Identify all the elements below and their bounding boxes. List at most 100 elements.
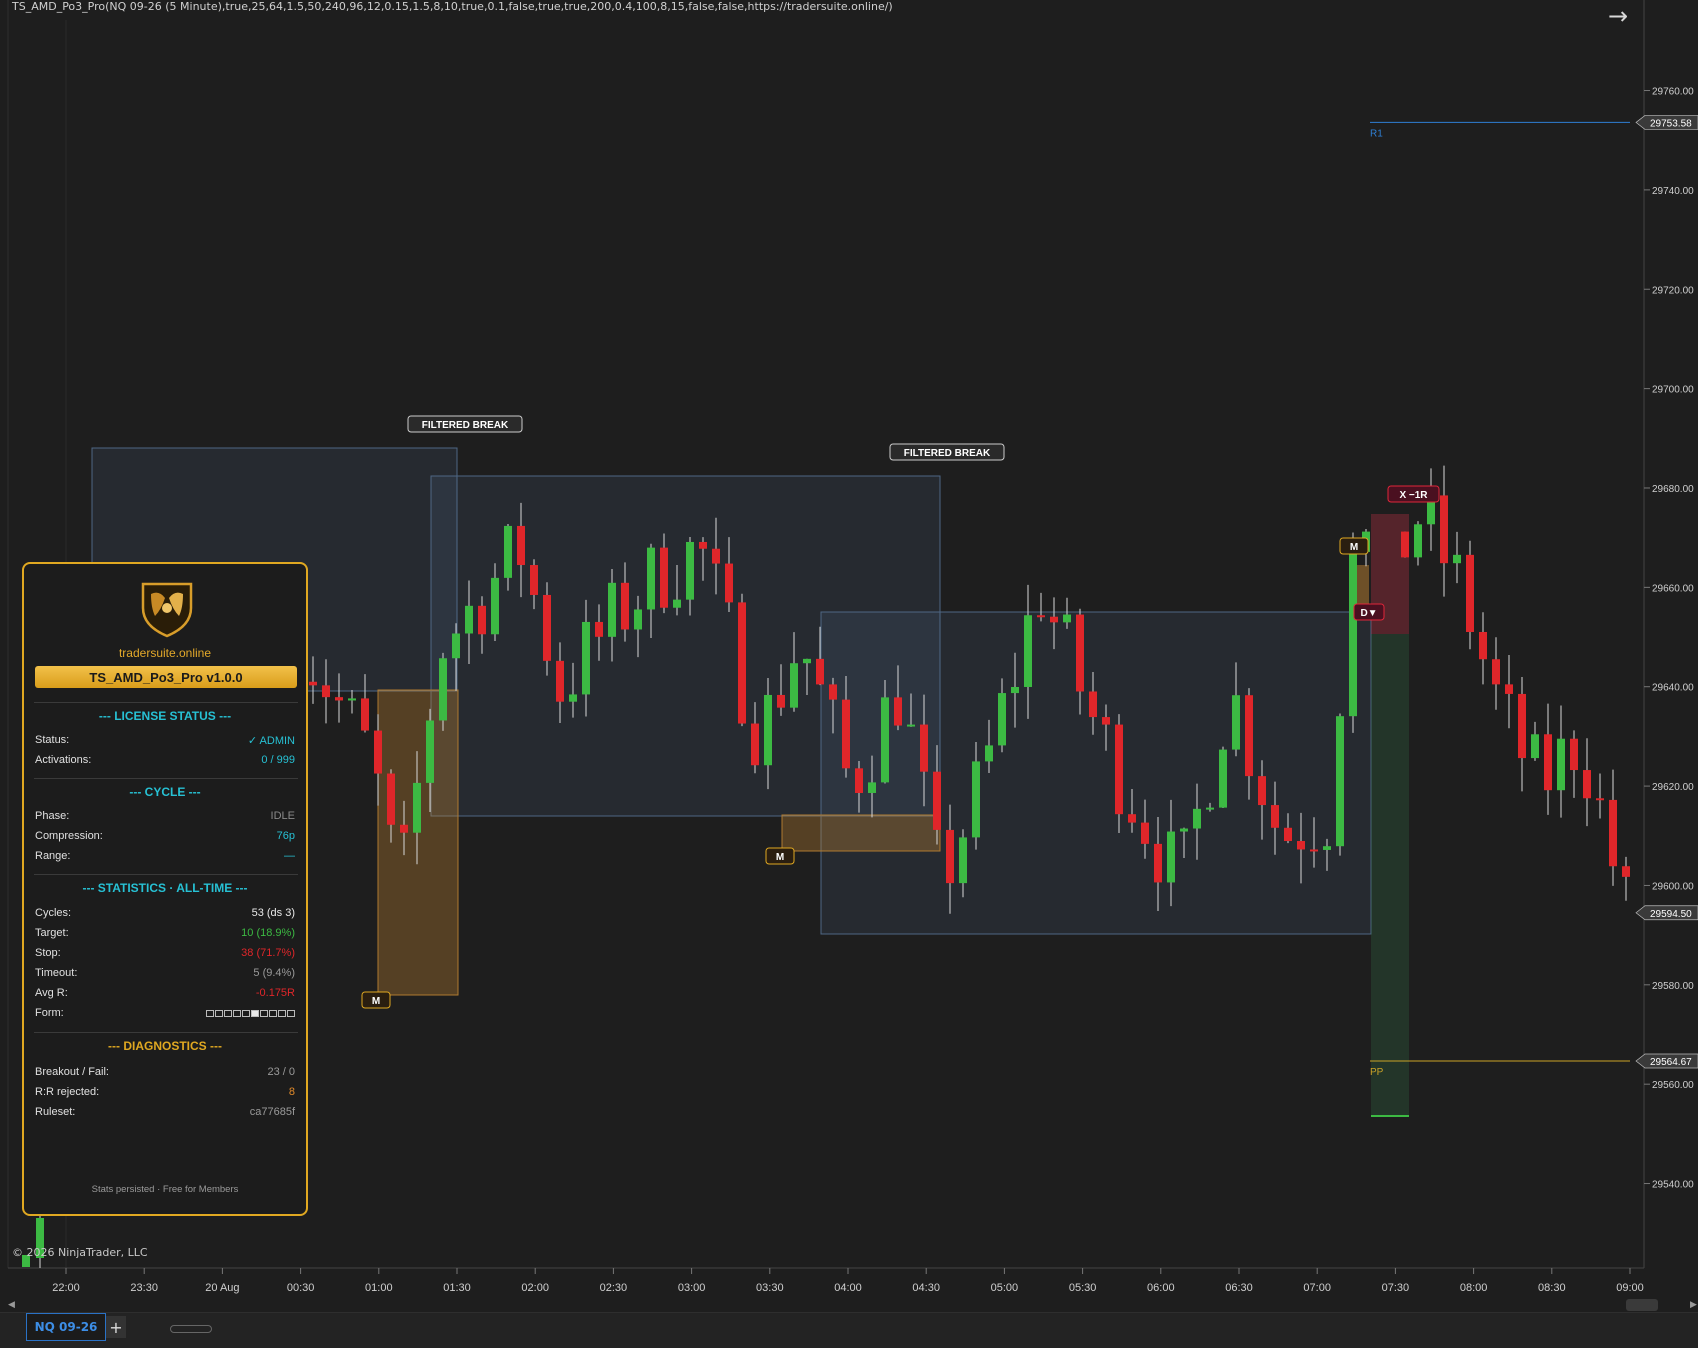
ruleset-label: Ruleset: xyxy=(35,1106,76,1118)
manipulation-box xyxy=(377,689,459,996)
candle-body xyxy=(647,547,655,610)
form-indicator xyxy=(206,1010,295,1017)
form-box xyxy=(251,1010,259,1017)
arrow-right-icon[interactable]: → xyxy=(1608,2,1628,30)
candle-body xyxy=(686,541,694,600)
candle-body xyxy=(413,782,421,833)
candle-body xyxy=(1284,827,1292,842)
activations-label: Activations: xyxy=(35,754,92,766)
candle-body xyxy=(1557,738,1565,791)
candle-body xyxy=(1206,807,1214,810)
candle-body xyxy=(1531,734,1539,759)
time-tick-label: 06:00 xyxy=(1147,1282,1175,1294)
time-tick-label: 08:30 xyxy=(1538,1282,1566,1294)
candle-body xyxy=(1011,686,1019,694)
price-tick-label: 29740.00 xyxy=(1652,186,1694,197)
candle-body xyxy=(309,681,317,686)
time-tick-label: 00:30 xyxy=(287,1282,315,1294)
candle-body xyxy=(1232,695,1240,750)
price-tick-label: 29660.00 xyxy=(1652,583,1694,594)
candle-body xyxy=(1063,614,1071,623)
annotation-text: X −1R xyxy=(1399,490,1428,501)
breakout-fail-label: Breakout / Fail: xyxy=(35,1066,109,1078)
time-tick-label: 01:30 xyxy=(443,1282,471,1294)
timeout-label: Timeout: xyxy=(35,967,78,979)
form-box xyxy=(233,1010,241,1017)
candle-body xyxy=(842,699,850,769)
form-box xyxy=(278,1010,286,1017)
time-tick-label: 20 Aug xyxy=(205,1282,239,1294)
brand-link[interactable]: tradersuite.online xyxy=(24,646,306,660)
horizontal-scrollbar-thumb[interactable] xyxy=(1626,1299,1658,1311)
phase-label: Phase: xyxy=(35,810,70,822)
footer-note: Stats persisted · Free for Members xyxy=(91,1184,239,1195)
candle-body xyxy=(946,829,954,884)
time-tick-label: 07:00 xyxy=(1303,1282,1331,1294)
level-label-r1: R1 xyxy=(1370,128,1383,139)
stop-value: 38 (71.7%) xyxy=(241,947,295,959)
scroll-left-arrow-icon[interactable]: ◀ xyxy=(8,1300,15,1310)
status-label: Status: xyxy=(35,734,70,746)
candle-body xyxy=(1024,615,1032,687)
form-box xyxy=(260,1010,268,1017)
scroll-right-arrow-icon[interactable]: ▶ xyxy=(1690,1300,1697,1310)
time-tick-label: 03:30 xyxy=(756,1282,784,1294)
candle-body xyxy=(504,525,512,578)
time-tick-label: 07:30 xyxy=(1382,1282,1410,1294)
candle-body xyxy=(1141,822,1149,844)
stop-percent: (71.7%) xyxy=(256,947,295,959)
rr-rejected-label: R:R rejected: xyxy=(35,1086,100,1098)
candle-body xyxy=(920,724,928,772)
candle-body xyxy=(1349,551,1357,717)
candle-body xyxy=(1453,554,1461,564)
time-tick-label: 02:00 xyxy=(521,1282,549,1294)
candle-body xyxy=(608,582,616,637)
candle-body xyxy=(1622,866,1630,877)
form-box xyxy=(215,1010,223,1017)
avg-r-label: Avg R: xyxy=(35,987,68,999)
candle-body xyxy=(569,694,577,702)
annotation-label: FILTERED BREAK xyxy=(407,415,523,433)
add-tab-button[interactable]: + xyxy=(106,1316,126,1338)
last-price-text: 29594.50 xyxy=(1650,909,1692,920)
candle-body xyxy=(829,684,837,700)
divider xyxy=(34,874,298,875)
price-tick-label: 29680.00 xyxy=(1652,484,1694,495)
level-label-pp: PP xyxy=(1370,1067,1384,1078)
candle-body xyxy=(543,594,551,661)
candle-body xyxy=(517,525,525,566)
tab-scroll-handle[interactable] xyxy=(170,1325,212,1333)
price-tick-label: 29580.00 xyxy=(1652,981,1694,992)
price-tick-label: 29720.00 xyxy=(1652,285,1694,296)
level-price-text: 29753.58 xyxy=(1650,118,1692,129)
candle-body xyxy=(894,697,902,726)
candle-body xyxy=(374,730,382,774)
target-zone xyxy=(1371,634,1409,1117)
candle-body xyxy=(660,547,668,608)
candle-body xyxy=(1401,531,1409,558)
form-box xyxy=(242,1010,250,1017)
form-box xyxy=(287,1010,295,1017)
candle-body xyxy=(1258,776,1266,806)
range-label: Range: xyxy=(35,850,71,862)
annotation-text: FILTERED BREAK xyxy=(904,448,991,459)
target-count: 10 xyxy=(241,927,254,939)
time-tick-label: 09:00 xyxy=(1616,1282,1644,1294)
price-tick-label: 29760.00 xyxy=(1652,87,1694,98)
activations-value: 0 / 999 xyxy=(261,754,295,766)
time-tick-label: 05:00 xyxy=(991,1282,1019,1294)
price-tick-label: 29640.00 xyxy=(1652,683,1694,694)
candle-body xyxy=(855,768,863,793)
candle-body xyxy=(998,693,1006,746)
candle-body xyxy=(1271,805,1279,828)
version-badge: TS_AMD_Po3_Pro v1.0.0 xyxy=(35,666,297,688)
candle-body xyxy=(738,602,746,724)
candle-body xyxy=(452,633,460,659)
candle-body xyxy=(335,697,343,701)
candle-body xyxy=(1076,614,1084,692)
candle-body xyxy=(1219,749,1227,808)
stop-label: Stop: xyxy=(35,947,61,959)
annotation-label: M xyxy=(361,991,391,1009)
tab-nq-09-26[interactable]: NQ 09-26 xyxy=(26,1313,106,1341)
candle-body xyxy=(803,658,811,664)
